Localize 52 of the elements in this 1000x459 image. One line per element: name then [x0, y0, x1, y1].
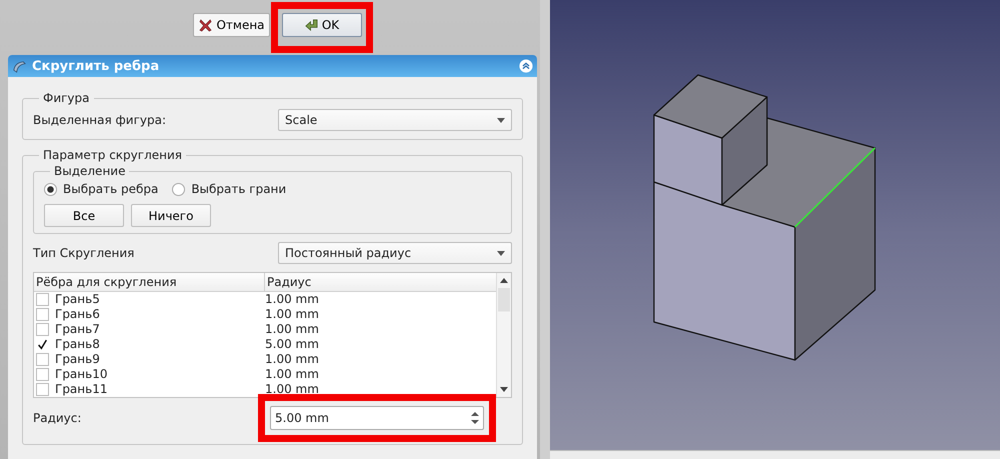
radius-field[interactable]: 5.00 mm — [270, 406, 484, 430]
group-title: Выделение — [53, 164, 126, 178]
radio-option[interactable]: Выбрать ребра — [44, 182, 158, 196]
group-title: Параметр скругления — [42, 148, 183, 162]
field-label: Выделенная фигура: — [33, 113, 166, 127]
collapse-icon[interactable] — [519, 59, 533, 73]
table-cell: 1.00 mm — [265, 352, 319, 367]
checkbox[interactable] — [36, 383, 49, 396]
column-header[interactable]: Радиус — [265, 273, 312, 291]
checkbox[interactable] — [36, 368, 49, 381]
shape-dropdown[interactable]: Scale — [278, 109, 512, 131]
select-button[interactable]: Все — [44, 204, 124, 227]
checkbox[interactable] — [36, 323, 49, 336]
radio-button[interactable] — [172, 182, 186, 196]
fillet-type-dropdown[interactable]: Постоянный радиус — [278, 242, 512, 264]
splitter-handle[interactable] — [540, 0, 550, 459]
fillet-tool-icon — [12, 58, 27, 74]
table-cell-text: Грань7 — [55, 322, 101, 337]
3d-view[interactable] — [550, 0, 1000, 459]
dialog-button[interactable]: Отмена — [193, 13, 270, 37]
down-arrow-icon[interactable] — [500, 387, 508, 392]
field-label: Радиус: — [33, 411, 82, 425]
table-cell-text: Грань9 — [55, 352, 101, 367]
column-header[interactable]: Рёбра для скругления — [34, 273, 265, 291]
select-button[interactable]: Ничего — [131, 204, 211, 227]
return-arrow-icon — [304, 18, 319, 32]
table-cell-text: Грань5 — [55, 292, 101, 307]
group-title: Фигура — [42, 91, 91, 105]
table-cell-text: Грань10 — [55, 367, 108, 382]
up-arrow-icon[interactable] — [500, 278, 508, 283]
checkbox[interactable] — [36, 353, 49, 366]
panel-title: Скруглить ребра — [32, 58, 160, 74]
table-cell-text: Грань8 — [55, 337, 101, 352]
caret-icon — [497, 118, 505, 122]
table-cell-text: Грань11 — [55, 382, 108, 397]
spin-arrows-icon[interactable] — [471, 411, 479, 425]
checkbox[interactable] — [36, 308, 49, 321]
table-cell: 1.00 mm — [265, 382, 319, 397]
checkbox[interactable] — [36, 293, 49, 306]
table-cell: 1.00 mm — [265, 307, 319, 322]
table-cell: 1.00 mm — [265, 322, 319, 337]
field-label: Тип Скругления — [33, 246, 134, 260]
radio-button[interactable] — [44, 182, 57, 196]
dialog-button[interactable]: OK — [282, 13, 362, 37]
caret-icon — [497, 250, 505, 256]
table-cell: 1.00 mm — [265, 292, 319, 307]
scrollbar[interactable] — [496, 273, 511, 397]
table-cell: 1.00 mm — [265, 367, 319, 382]
cross-icon — [198, 18, 214, 32]
table-cell-text: Грань6 — [55, 307, 101, 322]
table-cell: 5.00 mm — [265, 337, 319, 352]
radio-option[interactable]: Выбрать грани — [172, 182, 286, 196]
